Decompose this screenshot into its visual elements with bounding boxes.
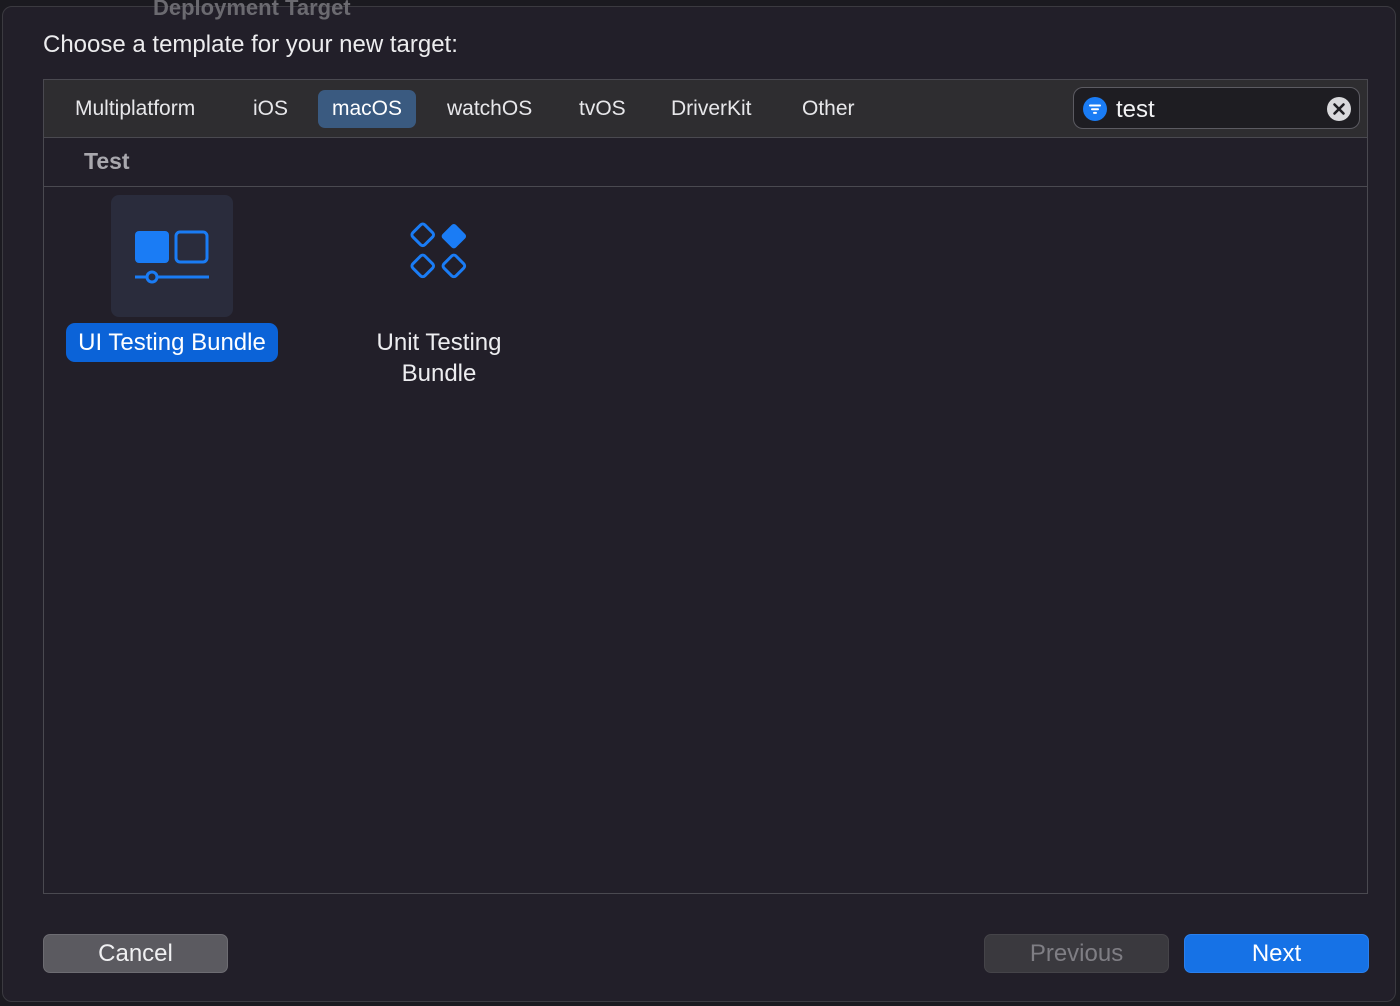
template-label[interactable]: UI Testing Bundle bbox=[66, 323, 278, 362]
template-chooser-panel: Multiplatform iOS macOS watchOS tvOS Dri… bbox=[43, 79, 1368, 894]
platform-tab-bar: Multiplatform iOS macOS watchOS tvOS Dri… bbox=[44, 80, 1367, 138]
tab-ios[interactable]: iOS bbox=[239, 90, 302, 128]
unit-testing-bundle-icon bbox=[410, 222, 467, 279]
template-icon-tile[interactable] bbox=[378, 195, 500, 317]
section-header: Test bbox=[44, 137, 1367, 187]
previous-button[interactable]: Previous bbox=[984, 934, 1169, 973]
backdrop-deployment-target-text: Deployment Target bbox=[153, 0, 351, 20]
template-label[interactable]: Unit Testing Bundle bbox=[342, 323, 536, 393]
clear-icon[interactable] bbox=[1326, 96, 1352, 122]
dialog-prompt: Choose a template for your new target: bbox=[43, 31, 458, 58]
tab-tvos[interactable]: tvOS bbox=[565, 90, 640, 128]
tab-other[interactable]: Other bbox=[788, 90, 869, 128]
template-ui-testing-bundle[interactable]: UI Testing Bundle bbox=[52, 195, 292, 362]
cancel-button[interactable]: Cancel bbox=[43, 934, 228, 973]
template-icon-tile[interactable] bbox=[111, 195, 233, 317]
search-input[interactable]: test bbox=[1116, 96, 1155, 124]
tab-macos[interactable]: macOS bbox=[318, 90, 417, 128]
ui-testing-bundle-icon bbox=[135, 230, 209, 284]
section-title: Test bbox=[84, 148, 130, 174]
tab-watchos[interactable]: watchOS bbox=[433, 90, 546, 128]
tab-driverkit[interactable]: DriverKit bbox=[657, 90, 766, 128]
template-chooser-sheet: Deployment Target Choose a template for … bbox=[2, 0, 1396, 1002]
tab-multiplatform[interactable]: Multiplatform bbox=[61, 90, 209, 128]
next-button[interactable]: Next bbox=[1184, 934, 1369, 973]
template-search-field[interactable]: test bbox=[1073, 87, 1360, 129]
filter-icon[interactable] bbox=[1083, 97, 1107, 121]
template-unit-testing-bundle[interactable]: Unit Testing Bundle bbox=[319, 195, 559, 393]
